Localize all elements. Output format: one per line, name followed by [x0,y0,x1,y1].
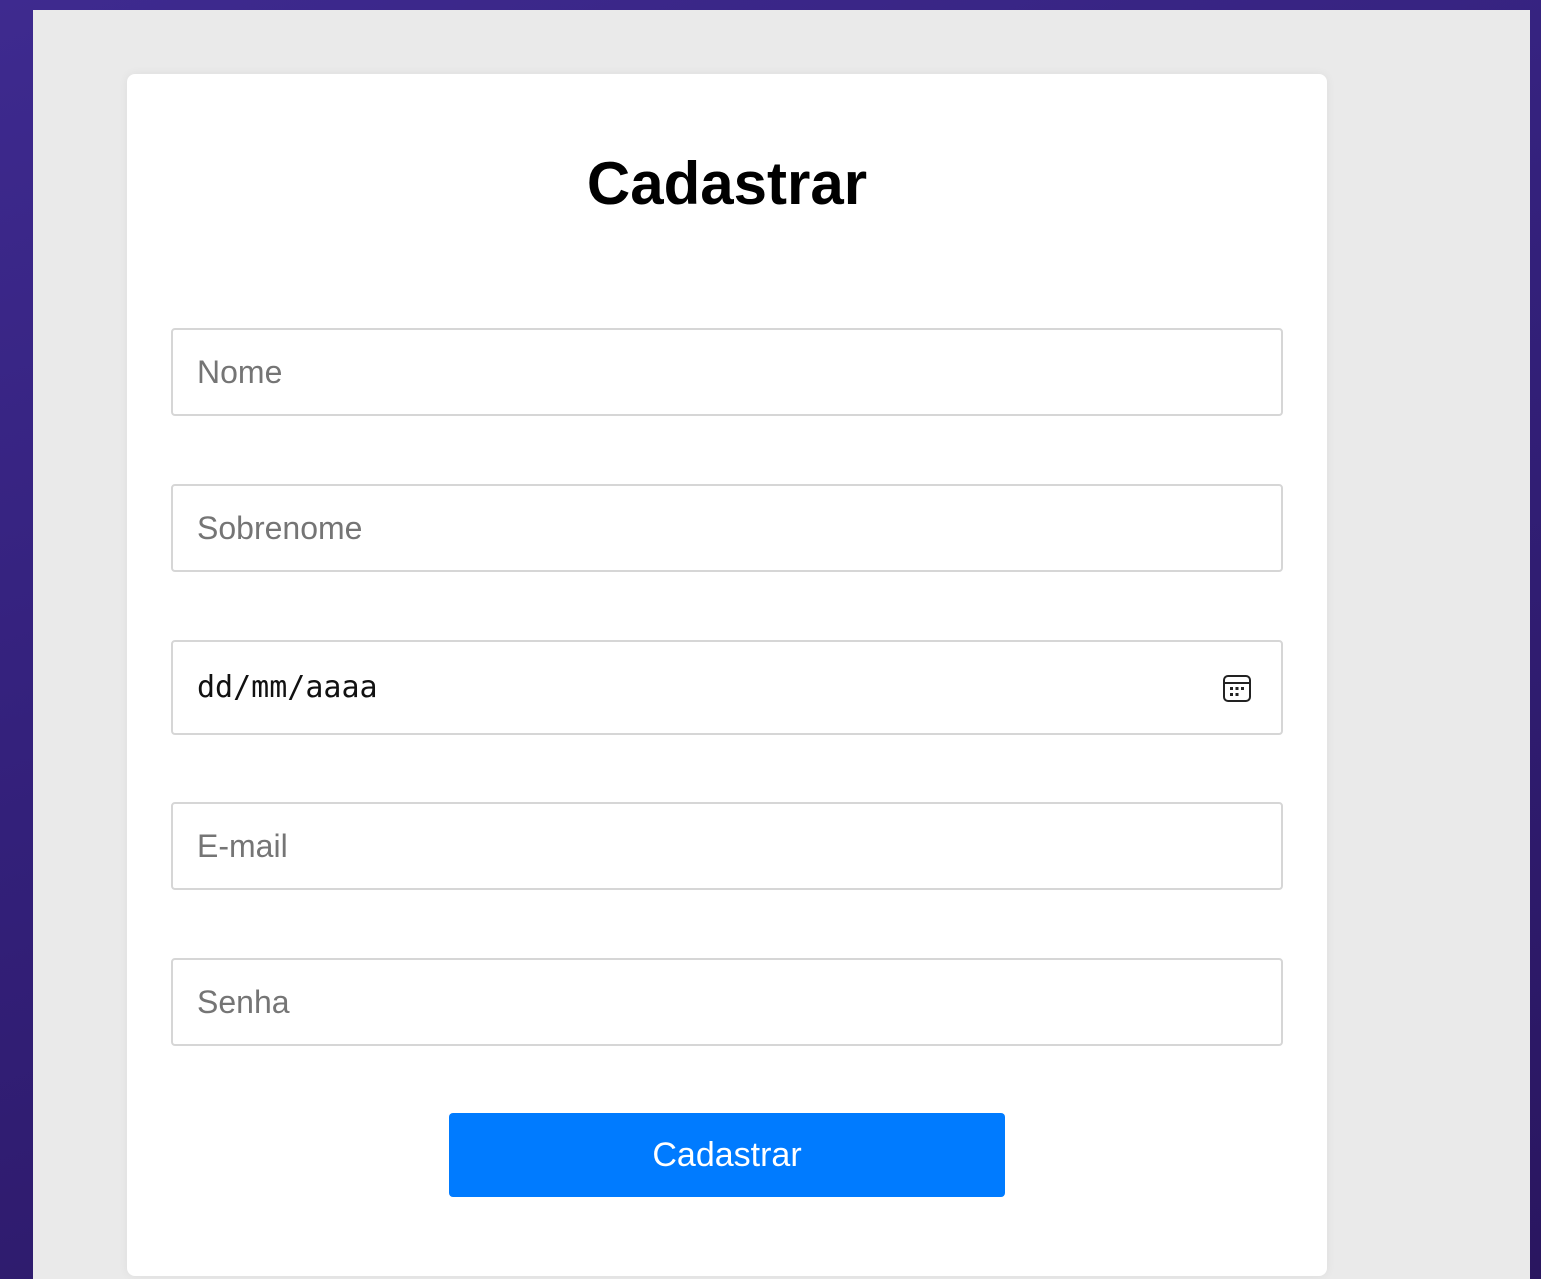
page-title: Cadastrar [586,150,868,217]
register-button[interactable]: Cadastrar [449,1113,1005,1197]
first-name-input[interactable] [171,328,1283,416]
calendar-icon[interactable] [1221,672,1253,704]
password-input[interactable] [171,958,1283,1046]
last-name-input[interactable] [171,484,1283,572]
register-card: Cadastrar dd/mm/aaaa Cadastrar [127,74,1327,1276]
email-input[interactable] [171,802,1283,890]
birth-date-input[interactable]: dd/mm/aaaa [171,640,1283,735]
page-viewport: Cadastrar dd/mm/aaaa Cadastrar [33,10,1530,1279]
date-format-placeholder: dd/mm/aaaa [197,670,378,705]
